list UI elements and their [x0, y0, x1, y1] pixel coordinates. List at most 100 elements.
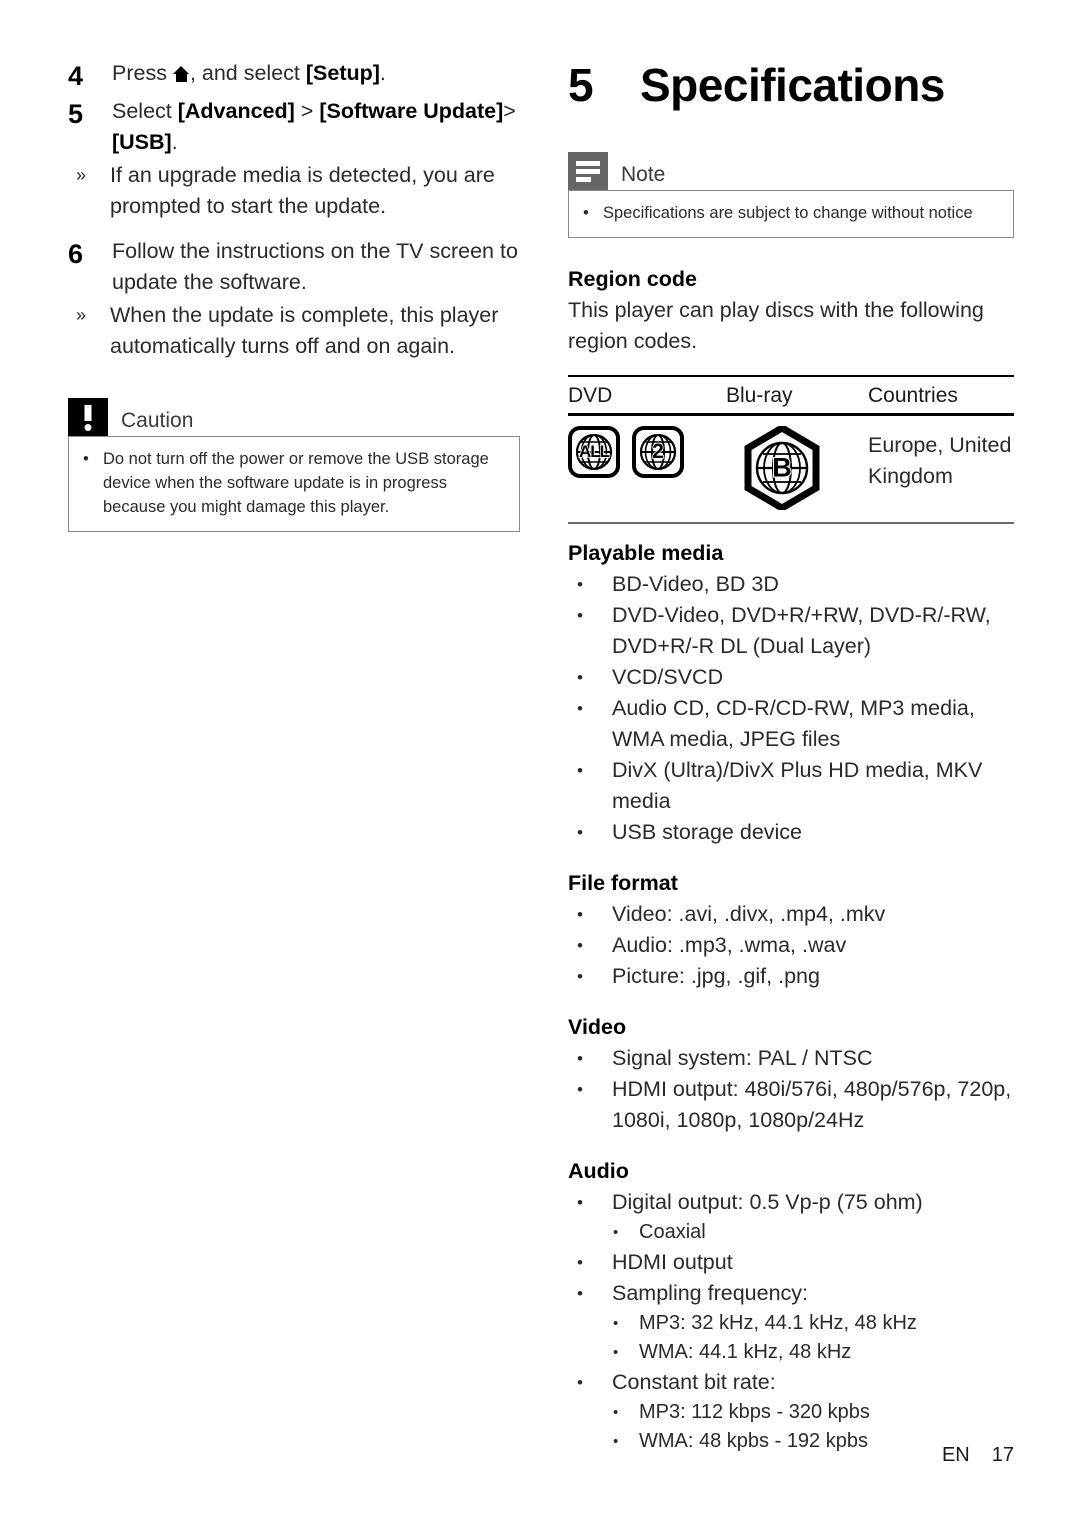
audio-sublist-1: • Coaxial [568, 1218, 1014, 1247]
dvd-region-label: ALL [578, 441, 611, 462]
sub-bullet-text: When the update is complete, this player… [110, 303, 499, 358]
page-footer: EN 17 [0, 1444, 1080, 1467]
list-item-text: HDMI output [612, 1250, 733, 1274]
video-heading: Video [568, 1015, 627, 1039]
caution-callout: Caution • Do not turn off the power or r… [68, 398, 520, 532]
list-item-text: VCD/SVCD [612, 665, 724, 689]
step-text-pre: Press [112, 61, 173, 85]
list-item: • USB storage device [568, 817, 1014, 848]
bullet-glyph: • [577, 905, 583, 924]
note-line-3 [576, 177, 591, 182]
bullet-glyph: • [577, 1284, 583, 1303]
bluray-region-b-icon: B [744, 423, 820, 513]
bluray-region-label: B [771, 452, 793, 484]
list-item-text: USB storage device [612, 820, 803, 844]
bullet-glyph: • [577, 606, 583, 625]
dvd-region-label: 2 [651, 439, 664, 464]
document-page: 4 Press , and select [Setup]. 5 Select [… [0, 0, 1080, 1527]
bullet-glyph: • [577, 1373, 583, 1392]
list-item-text: Sampling frequency: [612, 1281, 808, 1305]
playable-media-heading: Playable media [568, 541, 724, 565]
step-item-4: 4 Press , and select [Setup]. [68, 58, 520, 94]
caution-item: • Do not turn off the power or remove th… [83, 447, 505, 519]
note-line-2 [576, 169, 600, 174]
list-item: • Video: .avi, .divx, .mp4, .mkv [568, 899, 1014, 930]
step-number: 6 [68, 239, 84, 269]
sub-bullet: » If an upgrade media is detected, you a… [68, 160, 520, 222]
bullet-glyph: • [577, 1253, 583, 1272]
table-header-countries: Countries [868, 384, 958, 407]
bullet-glyph: • [577, 967, 583, 986]
step-item-6: 6 Follow the instructions on the TV scre… [68, 236, 520, 298]
file-format-list: • Video: .avi, .divx, .mp4, .mkv • Audio: … [568, 899, 1014, 992]
list-item-text: DVD-Video, DVD+R/+RW, DVD-R/-RW, DVD+R/-… [612, 603, 991, 658]
bullet-glyph: • [577, 1193, 583, 1212]
sub-bullet-text: If an upgrade media is detected, you are… [110, 163, 495, 218]
table-header-dvd: DVD [568, 384, 613, 407]
list-item-text: Audio CD, CD-R/CD-RW, MP3 media, WMA med… [612, 696, 975, 751]
step-text: Select [Advanced] > [Software Update]> [… [112, 96, 520, 158]
list-item: • Coaxial [568, 1218, 1014, 1247]
audio-list: • Digital output: 0.5 Vp-p (75 ohm) [568, 1187, 1014, 1218]
region-code-intro: This player can play discs with the foll… [568, 298, 984, 353]
step-number: 5 [68, 99, 84, 129]
usb-label: [USB] [112, 130, 172, 154]
list-item-text: MP3: 32 kHz, 44.1 kHz, 48 kHz [639, 1312, 917, 1334]
sub-arrow-icon: » [76, 165, 87, 185]
region-code-heading: Region code [568, 267, 698, 291]
list-item: • Constant bit rate: [568, 1367, 1014, 1398]
region-code-table: DVD Blu-ray Countries ALL 2 B Europe, Un… [568, 375, 1014, 524]
bullet-glyph: • [613, 1315, 619, 1332]
caution-title: Caution [121, 409, 194, 432]
list-item-text: Digital output: 0.5 Vp-p (75 ohm) [612, 1190, 923, 1214]
step-text-pre: Select [112, 99, 178, 123]
list-item: • BD-Video, BD 3D [568, 569, 1014, 600]
list-item-text: HDMI output: 480i/576i, 480p/576p, 720p,… [612, 1077, 1012, 1132]
note-item: • Specifications are subject to change w… [583, 201, 999, 225]
audio-heading: Audio [568, 1159, 629, 1183]
list-item-text: Picture: .jpg, .gif, .png [612, 964, 820, 988]
list-item: • VCD/SVCD [568, 662, 1014, 693]
dvd-region-2-icon: 2 [632, 426, 684, 478]
list-item-text: Signal system: PAL / NTSC [612, 1046, 873, 1070]
table-cell-bluray-logo: B [726, 423, 868, 513]
exclamation-icon [68, 398, 108, 436]
right-column: 5 Specifications Note • Specifications a… [568, 58, 1014, 1456]
step-text-end: . [171, 130, 178, 154]
list-item: • DVD-Video, DVD+R/+RW, DVD-R/-RW, DVD+R/… [568, 600, 1014, 662]
caution-box: • Do not turn off the power or remove th… [68, 436, 520, 532]
list-item-text: MP3: 112 kbps - 320 kpbs [639, 1401, 870, 1423]
exclamation-dot [84, 424, 92, 431]
dvd-region-all-icon: ALL [568, 426, 620, 478]
list-item: • Audio: .mp3, .wma, .wav [568, 930, 1014, 961]
step-text: Press , and select [Setup]. [112, 58, 520, 94]
bullet-glyph: • [577, 761, 583, 780]
footer-page-number: 17 [991, 1444, 1014, 1466]
list-item-text: Coaxial [639, 1221, 706, 1243]
left-column: 4 Press , and select [Setup]. 5 Select [… [68, 58, 520, 532]
step-text: Follow the instructions on the TV screen… [112, 239, 518, 294]
playable-media-list: • BD-Video, BD 3D • DVD-Video, DVD+R/+RW, … [568, 569, 1014, 848]
step-number: 4 [68, 61, 84, 91]
sub-bullet: » When the update is complete, this play… [68, 300, 520, 362]
table-header-row: DVD Blu-ray Countries [568, 377, 1014, 413]
list-item: • Audio CD, CD-R/CD-RW, MP3 media, WMA me… [568, 693, 1014, 755]
bullet-glyph: • [83, 450, 89, 468]
list-item: • DivX (Ultra)/DivX Plus HD media, MKV me… [568, 755, 1014, 817]
table-row: ALL 2 B Europe, United Kingdom [568, 416, 1014, 522]
chapter-number: 5 [568, 59, 594, 111]
list-item: • Digital output: 0.5 Vp-p (75 ohm) [568, 1187, 1014, 1218]
step-item-5: 5 Select [Advanced] > [Software Update]>… [68, 96, 520, 158]
caution-header: Caution [68, 398, 520, 436]
setup-label: [Setup] [305, 61, 380, 85]
bullet-glyph: • [613, 1404, 619, 1421]
audio-sublist-3: • MP3: 32 kHz, 44.1 kHz, 48 kHz • WMA: 44.… [568, 1309, 1014, 1367]
note-header: Note [568, 152, 1014, 190]
list-item: • MP3: 32 kHz, 44.1 kHz, 48 kHz [568, 1309, 1014, 1338]
bullet-glyph: • [577, 1080, 583, 1099]
list-item: • HDMI output: 480i/576i, 480p/576p, 720p… [568, 1074, 1014, 1136]
list-item: • Sampling frequency: [568, 1278, 1014, 1309]
step-text-end: . [379, 61, 386, 85]
bullet-glyph: • [583, 204, 589, 222]
list-item-text: WMA: 44.1 kHz, 48 kHz [639, 1341, 852, 1363]
